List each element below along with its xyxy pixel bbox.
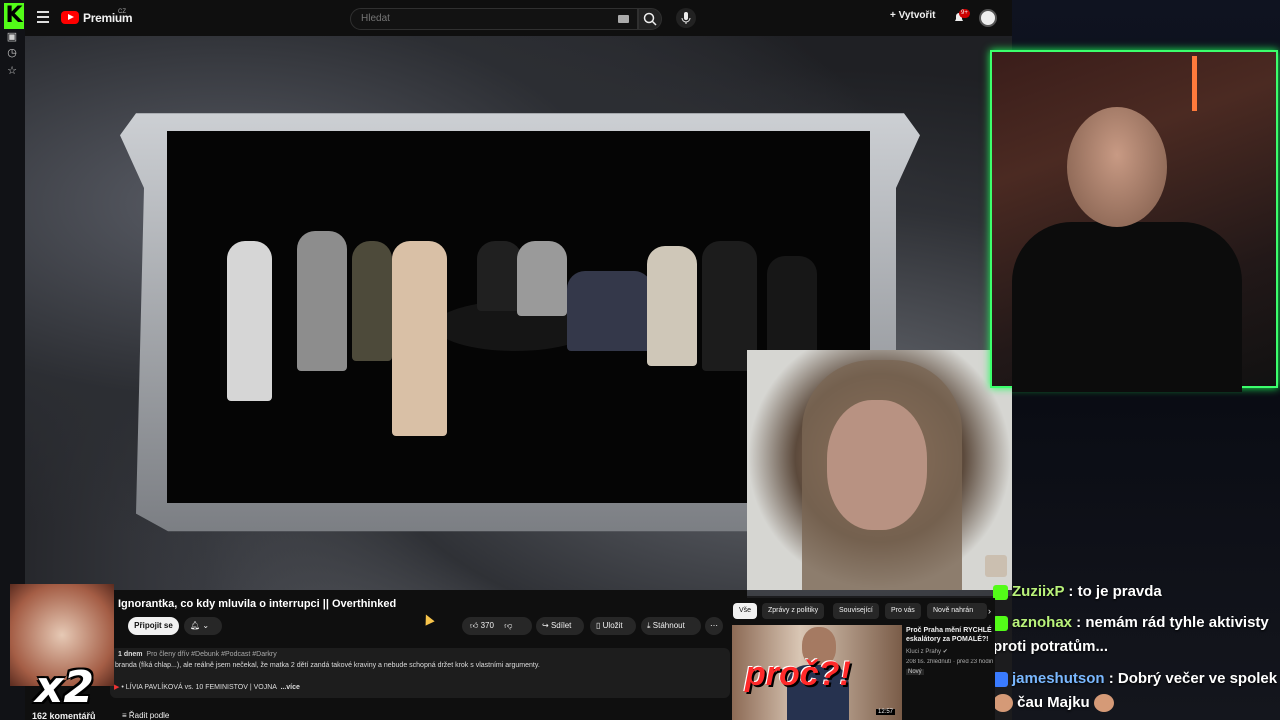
- voice-search-button[interactable]: [676, 8, 696, 28]
- keyboard-icon[interactable]: [618, 15, 629, 23]
- participant: [352, 241, 392, 361]
- share-label: Sdílet: [550, 621, 572, 630]
- guest-face: [827, 400, 927, 530]
- chat-username[interactable]: aznohax: [1012, 614, 1072, 631]
- search-icon: [643, 12, 657, 26]
- chat-username[interactable]: ZuziixP: [1012, 583, 1064, 600]
- chip-new[interactable]: Nově nahrán: [927, 603, 987, 619]
- region-label: CZ: [118, 9, 126, 15]
- sort-icon: ≡: [122, 711, 129, 720]
- star-icon[interactable]: ☆: [5, 64, 19, 78]
- avatar-sticker-icon: [985, 555, 1007, 577]
- clock-icon[interactable]: ◷: [5, 46, 19, 60]
- more-link[interactable]: ...více: [280, 684, 299, 691]
- multiplier-overlay: x2: [35, 662, 94, 713]
- upload-meta: 1 dnem Pro členy dřív #Debunk #Podcast #…: [118, 651, 277, 658]
- like-button[interactable]: 👍︎ 370 👎︎: [462, 617, 532, 635]
- youtube-topbar: Premium CZ + Vytvořit 9+: [25, 0, 1012, 36]
- menu-icon[interactable]: [37, 11, 49, 23]
- chat-message: aznohax : nemám rád tyhle aktivisty prot…: [993, 611, 1280, 659]
- bell-icon: 🔔︎: [190, 621, 201, 630]
- chat-message: ZuziixP : to je pravda: [993, 580, 1280, 604]
- neon-light: [1192, 56, 1197, 111]
- yt-link-icon: ▶: [114, 684, 120, 691]
- like-count: 370: [480, 621, 494, 630]
- badge-icon: [993, 671, 1008, 687]
- download-button[interactable]: ⤓ Stáhnout: [641, 617, 701, 635]
- bookmark-icon: ▯: [596, 621, 601, 630]
- participant: [392, 241, 447, 436]
- plus-icon: +: [890, 10, 899, 21]
- participant: [517, 241, 567, 316]
- kick-logo[interactable]: K: [4, 3, 24, 29]
- rec-title[interactable]: Proč Praha mění RYCHLÉ eskalátory za POM…: [906, 626, 994, 644]
- duration-badge: 12:57: [876, 709, 896, 715]
- more-icon: ⋯: [710, 621, 718, 630]
- chip-all[interactable]: Vše: [733, 603, 758, 619]
- chevron-down-icon: ⌄: [202, 621, 210, 630]
- chip-for-you[interactable]: Pro vás: [885, 603, 921, 619]
- members-early: Pro členy dřív: [146, 651, 190, 658]
- account-avatar[interactable]: [979, 9, 997, 27]
- hashtags[interactable]: #Debunk #Podcast #Darkry: [191, 651, 277, 658]
- chat-text-tail: čau Majku: [1017, 694, 1090, 711]
- following-icon[interactable]: ▣: [5, 30, 19, 44]
- participant: [297, 231, 347, 371]
- rec-channel[interactable]: Kluci z Prahy ✔: [906, 648, 948, 655]
- video-title: Ignorantka, co kdy mluvila o interrupci …: [118, 598, 397, 610]
- emote-icon: [993, 694, 1013, 713]
- participant: [767, 256, 817, 356]
- thumb-down-icon[interactable]: 👎︎: [504, 621, 512, 630]
- share-button[interactable]: ↪ Sdílet: [536, 617, 584, 635]
- share-icon: ↪: [542, 621, 549, 630]
- thumb-up-icon: 👍︎: [470, 621, 479, 630]
- guest-webcam: [747, 350, 1012, 590]
- stream-chat: ZuziixP : to je pravda aznohax : nemám r…: [993, 580, 1280, 720]
- chip-related[interactable]: Související: [833, 603, 879, 619]
- save-button[interactable]: ▯ Uložit: [590, 617, 636, 635]
- upload-date: 1 dnem: [118, 651, 143, 658]
- streamer-webcam: [990, 50, 1278, 392]
- participant: [647, 246, 697, 366]
- more-actions-button[interactable]: ⋯: [705, 617, 723, 635]
- emote-icon: [1093, 694, 1114, 713]
- chevron-right-icon[interactable]: ›: [988, 606, 991, 616]
- download-icon: ⤓: [647, 621, 651, 630]
- host-head: [1067, 107, 1167, 227]
- thumbnail-text: proč?!: [745, 655, 851, 693]
- rec-badge: Nový: [906, 669, 924, 675]
- notification-badge: 9+: [959, 9, 970, 18]
- chip-politics[interactable]: Zprávy z politiky: [762, 603, 825, 619]
- create-button[interactable]: + Vytvořit: [890, 10, 936, 21]
- download-label: Stáhnout: [652, 621, 685, 630]
- verified-icon: ✔: [942, 649, 948, 655]
- chat-message: jameshutson : Dobrý večer ve spolek čau …: [993, 667, 1280, 715]
- mic-icon: [681, 12, 691, 24]
- save-label: Uložit: [602, 621, 623, 630]
- rec-meta: 208 tis. zhlédnutí · před 23 hodin: [906, 659, 994, 665]
- chat-text: : Dobrý večer ve spolek: [1104, 670, 1278, 687]
- chat-username[interactable]: jameshutson: [1012, 670, 1105, 687]
- participant: [567, 271, 652, 351]
- chat-text: : to je pravda: [1064, 583, 1162, 600]
- participant: [227, 241, 272, 401]
- participant: [477, 241, 522, 311]
- sort-button[interactable]: ≡ Řadit podle: [122, 711, 169, 720]
- create-label: Vytvořit: [898, 10, 936, 21]
- search-button[interactable]: [638, 8, 662, 30]
- subscription-bell-button[interactable]: 🔔︎ ⌄: [184, 617, 222, 635]
- linked-video[interactable]: LÍVIA PAVLÍKOVÁ vs. 10 FEMINISTOV | VOJN…: [126, 684, 277, 691]
- youtube-logo-icon[interactable]: [61, 11, 79, 24]
- badge-icon: [993, 584, 1008, 600]
- rec-channel-name: Kluci z Prahy: [906, 649, 942, 655]
- host-body: [1012, 222, 1242, 392]
- sort-label: Řadit podle: [128, 711, 170, 720]
- join-button[interactable]: Připojit se: [128, 617, 179, 635]
- description-text: branda (fíká chlap...), ale reálně jsem …: [115, 662, 540, 669]
- search-input[interactable]: [361, 13, 601, 24]
- badge-icon: [993, 615, 1008, 631]
- description-link-row: ▶ • LÍVIA PAVLÍKOVÁ vs. 10 FEMINISTOV | …: [114, 684, 300, 691]
- search-box[interactable]: [350, 8, 638, 30]
